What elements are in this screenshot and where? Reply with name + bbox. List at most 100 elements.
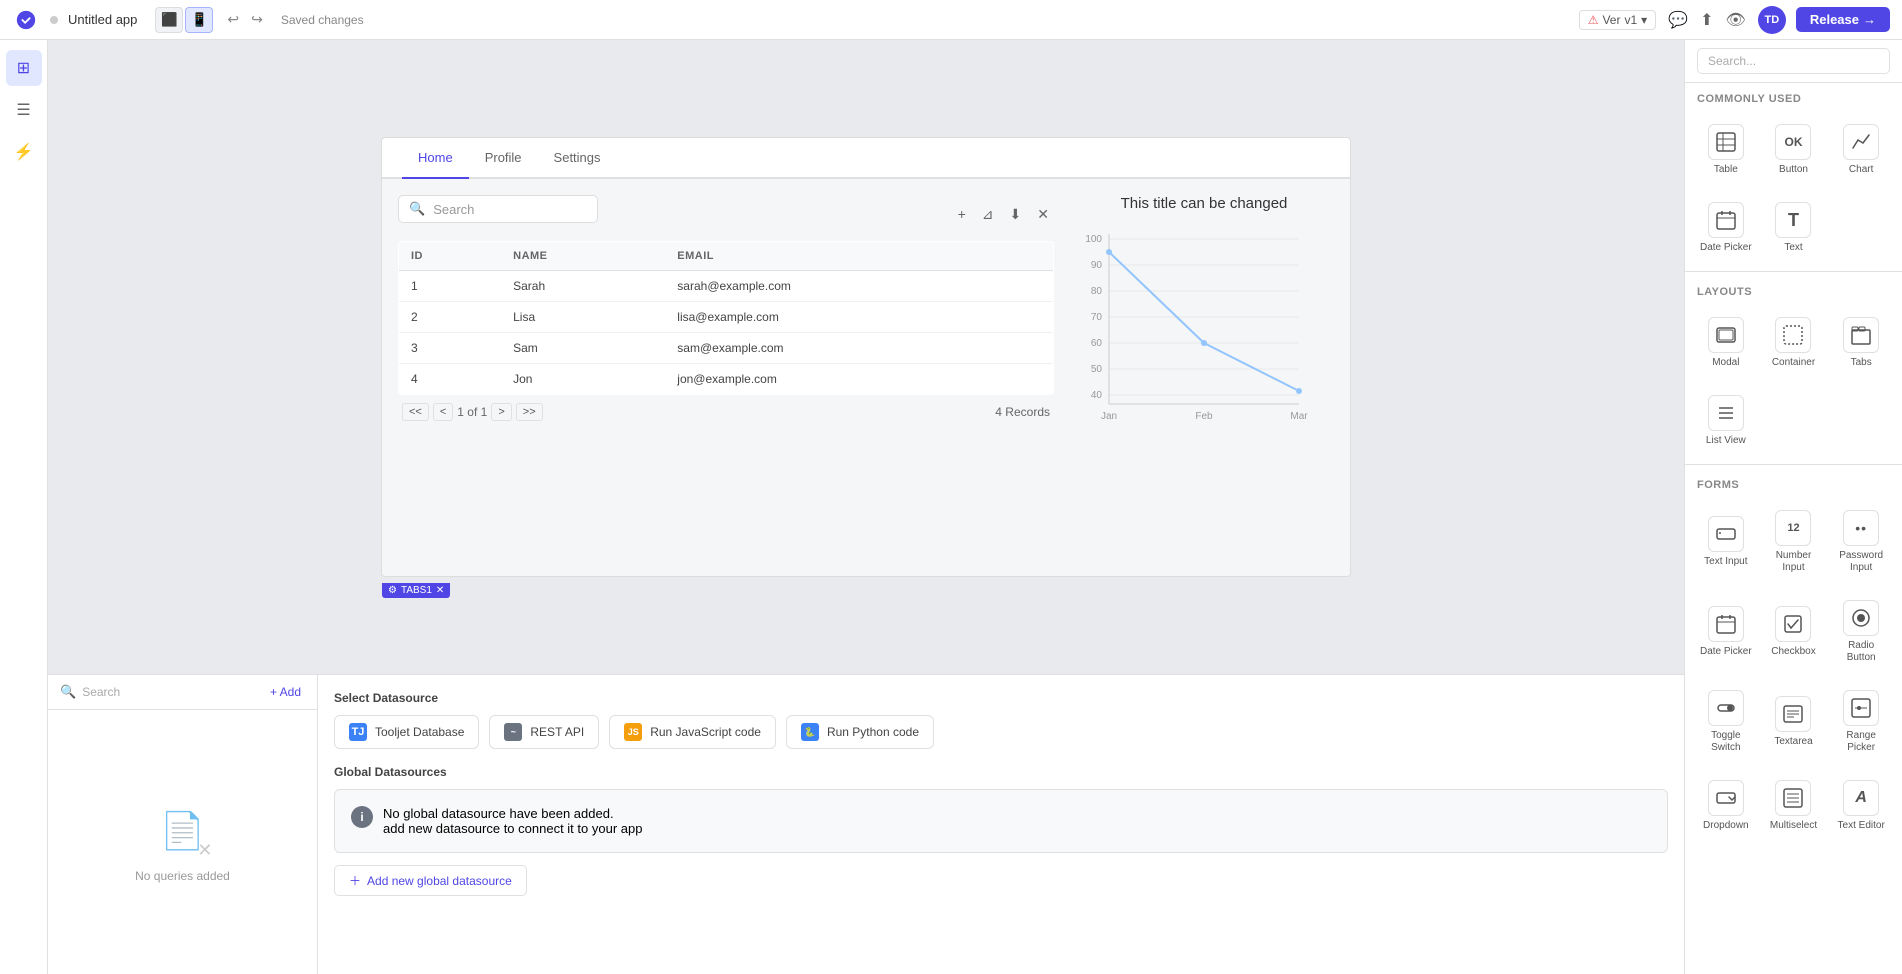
widget-text-editor[interactable]: A Text Editor <box>1828 771 1894 841</box>
svg-text:Jan: Jan <box>1101 411 1117 422</box>
widget-tabs[interactable]: Tabs <box>1828 308 1894 378</box>
version-selector[interactable]: ⚠ Ver v1 ▾ <box>1579 10 1657 30</box>
widget-date-picker[interactable]: Date Picker <box>1693 193 1759 263</box>
ds-option-python[interactable]: 🐍 Run Python code <box>786 715 934 749</box>
checkbox-widget-label: Checkbox <box>1771 646 1815 658</box>
widget-modal[interactable]: Modal <box>1693 308 1759 378</box>
widget-radio-button[interactable]: Radio Button <box>1828 591 1894 673</box>
canvas-content: 🔍 Search + ⊿ ⬇ ✕ <box>382 179 1350 460</box>
global-empty-text-block: No global datasource have been added. ad… <box>383 806 642 836</box>
tabs-widget-label: Tabs <box>1851 357 1872 369</box>
multiselect-widget-icon <box>1775 780 1811 816</box>
widget-dropdown[interactable]: Dropdown <box>1693 771 1759 841</box>
tabs-delete-icon[interactable]: ✕ <box>436 585 444 596</box>
table-search[interactable]: 🔍 Search <box>398 195 598 223</box>
canvas-area: Home Profile Settings 🔍 Search <box>48 40 1684 974</box>
text-editor-widget-icon: A <box>1843 780 1879 816</box>
topbar-action-icons: 💬 ⬆ 👁 <box>1666 8 1748 32</box>
pagination: << < 1 of 1 > >> 4 Records <box>398 395 1054 429</box>
mobile-view-button[interactable]: 📱 <box>185 7 213 33</box>
table-row[interactable]: 3 Sam sam@example.com <box>399 333 1054 364</box>
tab-profile[interactable]: Profile <box>469 138 538 179</box>
col-id: ID <box>399 242 502 271</box>
pagination-current: 1 of 1 <box>457 405 487 419</box>
widget-text[interactable]: T Text <box>1761 193 1827 263</box>
version-number: v1 <box>1624 13 1637 27</box>
table-row[interactable]: 2 Lisa lisa@example.com <box>399 302 1054 333</box>
widget-multiselect[interactable]: Multiselect <box>1761 771 1827 841</box>
widget-list-view[interactable]: List View <box>1693 386 1759 456</box>
pagination-last[interactable]: >> <box>516 403 543 421</box>
table-header-row: ID NAME EMAIL <box>399 242 1054 271</box>
tab-home[interactable]: Home <box>402 138 469 179</box>
widget-range-picker[interactable]: Range Picker <box>1828 681 1894 763</box>
svg-text:80: 80 <box>1091 286 1103 297</box>
more-options-button[interactable]: ✕ <box>1032 203 1054 226</box>
ds-rest-icon: ~ <box>504 723 522 741</box>
cell-id: 1 <box>399 271 502 302</box>
widget-checkbox[interactable]: Checkbox <box>1761 591 1827 673</box>
tabs-component-label: ⚙ TABS1 ✕ <box>382 583 450 598</box>
datasource-label: Select Datasource <box>334 691 1668 705</box>
pagination-controls: << < 1 of 1 > >> <box>402 403 543 421</box>
download-button[interactable]: ⬇ <box>1005 203 1027 226</box>
pagination-first[interactable]: << <box>402 403 429 421</box>
user-avatar[interactable]: TD <box>1758 6 1786 34</box>
undo-button[interactable]: ↩ <box>223 9 243 30</box>
desktop-view-button[interactable]: ⬛ <box>155 7 183 33</box>
widget-search-input[interactable] <box>1697 48 1890 74</box>
radio-button-widget-icon <box>1843 600 1879 636</box>
left-sidebar: ⊞ ☰ ⚡ <box>0 40 48 974</box>
sidebar-components-icon[interactable]: ⊞ <box>6 50 42 86</box>
divider-2 <box>1685 464 1902 465</box>
text-input-widget-icon <box>1708 516 1744 552</box>
preview-button[interactable]: 👁 <box>1724 8 1748 32</box>
widget-number-input[interactable]: 12 Number Input <box>1761 501 1827 583</box>
layouts-label: Layouts <box>1685 276 1902 304</box>
widget-text-input[interactable]: Text Input <box>1693 501 1759 583</box>
info-icon: i <box>351 806 373 828</box>
pagination-next[interactable]: > <box>491 403 511 421</box>
filter-button[interactable]: ⊿ <box>977 203 999 226</box>
pagination-prev[interactable]: < <box>433 403 453 421</box>
widget-container[interactable]: Container <box>1761 308 1827 378</box>
tab-settings[interactable]: Settings <box>538 138 617 179</box>
password-input-widget-icon: •• <box>1843 510 1879 546</box>
queries-sidebar: 🔍 + Add 📄 ✕ No queries added <box>48 675 318 974</box>
saved-status: Saved changes <box>281 13 364 27</box>
chart-title: This title can be changed <box>1074 195 1334 212</box>
queries-search-input[interactable] <box>82 685 260 699</box>
queries-add-button[interactable]: + Add <box>266 683 305 701</box>
commonly-used-grid: Table OK Button Chart <box>1685 111 1902 189</box>
widget-table[interactable]: Table <box>1693 115 1759 185</box>
redo-button[interactable]: ↪ <box>247 9 267 30</box>
add-global-datasource-button[interactable]: ＋ Add new global datasource <box>334 865 527 896</box>
cell-email: sam@example.com <box>665 333 1053 364</box>
list-view-widget-label: List View <box>1706 435 1746 447</box>
table-row[interactable]: 1 Sarah sarah@example.com <box>399 271 1054 302</box>
widget-button[interactable]: OK Button <box>1761 115 1827 185</box>
sidebar-pages-icon[interactable]: ☰ <box>6 92 42 128</box>
widget-chart[interactable]: Chart <box>1828 115 1894 185</box>
add-row-button[interactable]: + <box>953 203 971 226</box>
release-button[interactable]: Release → <box>1796 7 1890 32</box>
ds-option-rest[interactable]: ~ REST API <box>489 715 599 749</box>
widget-date-picker-form[interactable]: Date Picker <box>1693 591 1759 673</box>
widget-textarea[interactable]: Textarea <box>1761 681 1827 763</box>
button-widget-label: Button <box>1779 164 1808 176</box>
widget-toggle-switch[interactable]: Toggle Switch <box>1693 681 1759 763</box>
widget-password-input[interactable]: •• Password Input <box>1828 501 1894 583</box>
share-button[interactable]: ⬆ <box>1698 8 1715 32</box>
cell-name: Sam <box>501 333 665 364</box>
cell-id: 3 <box>399 333 502 364</box>
chart-container: 100 90 80 70 60 50 40 <box>1074 224 1314 444</box>
sidebar-data-icon[interactable]: ⚡ <box>6 134 42 170</box>
textarea-widget-icon <box>1775 696 1811 732</box>
text-editor-widget-label: Text Editor <box>1838 820 1885 832</box>
svg-text:90: 90 <box>1091 260 1103 271</box>
table-row[interactable]: 4 Jon jon@example.com <box>399 364 1054 395</box>
canvas-top: Home Profile Settings 🔍 Search <box>48 40 1684 674</box>
ds-option-js[interactable]: JS Run JavaScript code <box>609 715 776 749</box>
ds-option-tooljet[interactable]: TJ Tooljet Database <box>334 715 479 749</box>
comment-button[interactable]: 💬 <box>1666 8 1690 32</box>
